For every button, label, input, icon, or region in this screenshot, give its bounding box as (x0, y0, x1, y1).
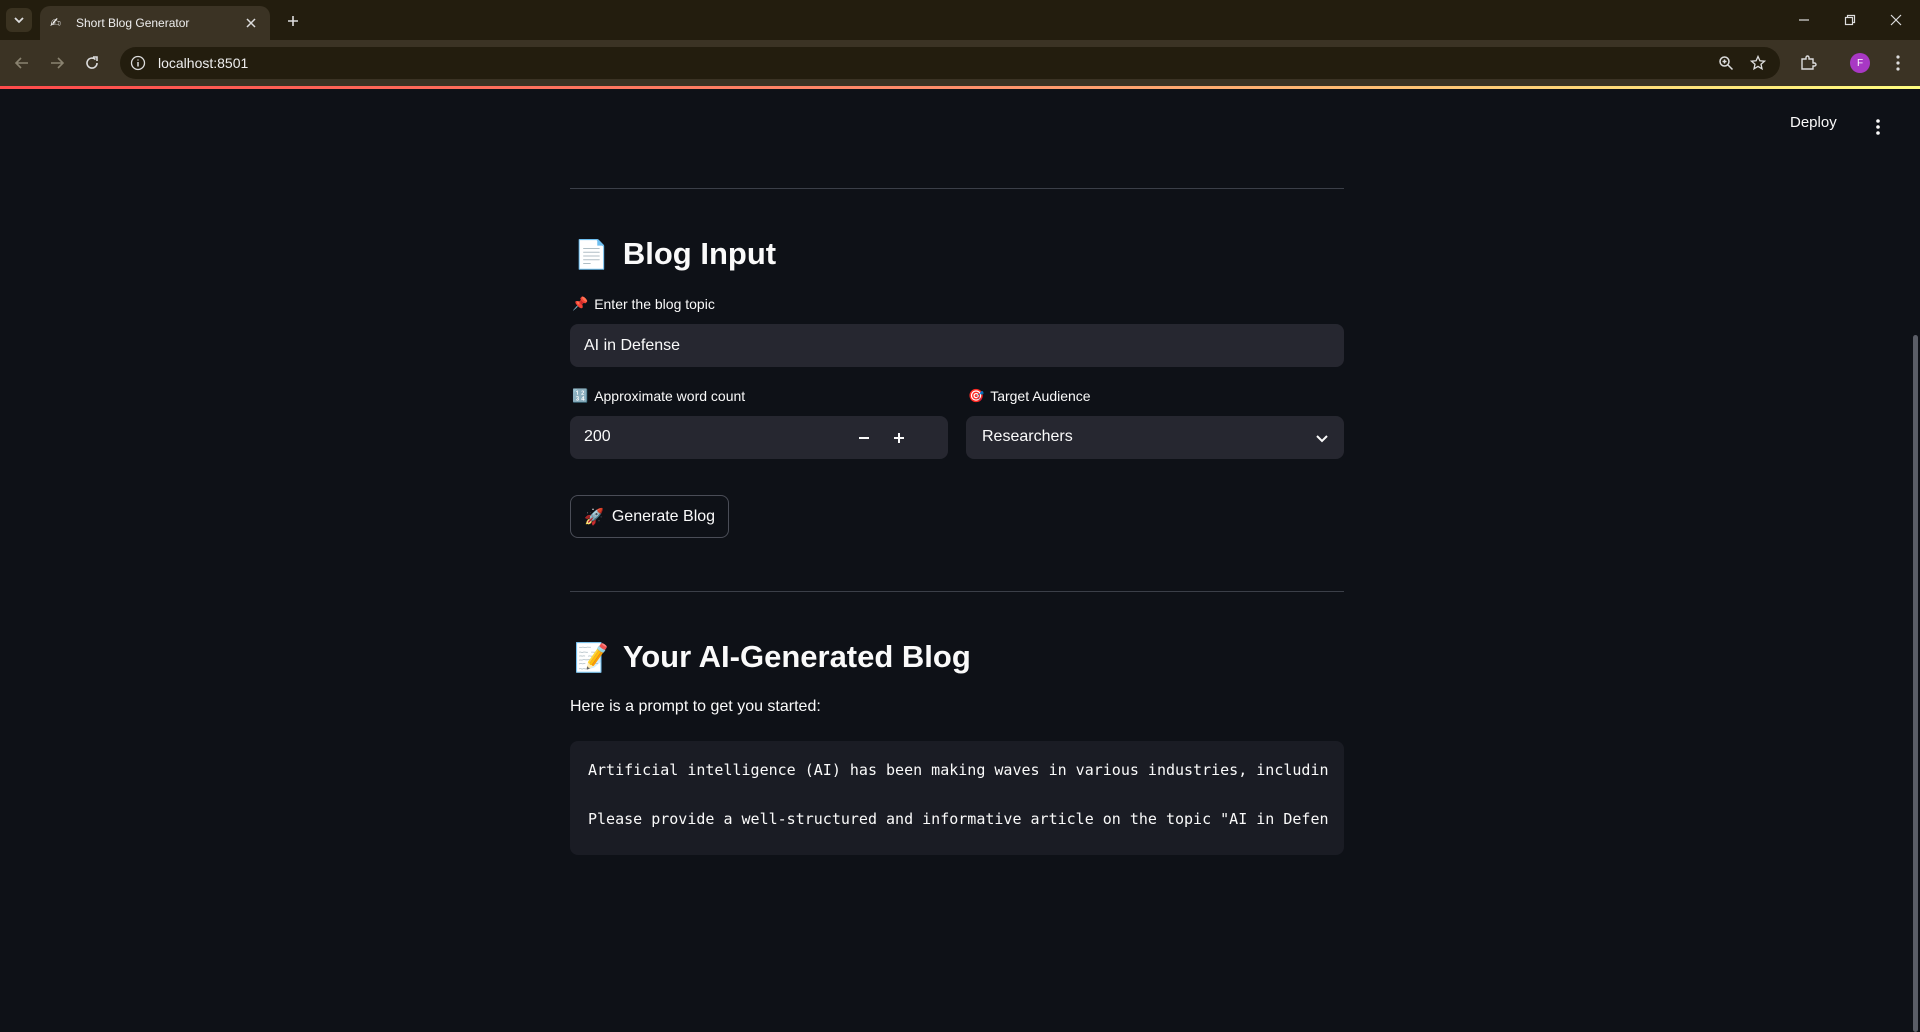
new-tab-button[interactable] (282, 10, 304, 32)
info-icon[interactable] (130, 55, 146, 71)
topic-label: 📌 Enter the blog topic (572, 296, 715, 312)
plus-icon (288, 16, 298, 26)
app-menu-button[interactable] (1868, 116, 1888, 138)
puzzle-icon (1801, 55, 1817, 70)
tab-close-button[interactable] (242, 14, 260, 32)
audience-label-text: Target Audience (990, 388, 1091, 404)
word-count-label: 🔢 Approximate word count (572, 388, 745, 404)
code-line: Artificial intelligence (AI) has been ma… (588, 761, 1329, 779)
intro-text: Here is a prompt to get you started: (570, 698, 821, 715)
pushpin-icon: 📌 (572, 296, 589, 311)
streamlit-decoration-bar (0, 86, 1920, 89)
close-icon (246, 18, 256, 28)
minimize-icon (1799, 19, 1809, 21)
reload-button[interactable] (80, 51, 104, 75)
topic-input[interactable]: AI in Defense (570, 324, 1344, 367)
deploy-button[interactable]: Deploy (1790, 114, 1837, 131)
tab-list-button[interactable] (6, 8, 32, 32)
zoom-button[interactable] (1716, 53, 1736, 73)
extensions-button[interactable] (1796, 51, 1820, 75)
browser-toolbar: localhost:8501 F (0, 40, 1920, 86)
browser-menu-button[interactable] (1886, 51, 1910, 75)
page-scrollbar[interactable] (1913, 335, 1918, 1032)
kebab-menu-icon (1876, 119, 1880, 135)
close-icon (1890, 14, 1902, 26)
tab-title: Short Blog Generator (76, 16, 190, 30)
profile-avatar[interactable]: F (1850, 53, 1870, 73)
page-facing-up-icon: 📄 (574, 238, 609, 270)
restore-button[interactable] (1836, 8, 1864, 32)
kebab-menu-icon (1896, 55, 1900, 71)
browser-tab-bar: ✍ Short Blog Generator (0, 0, 1920, 40)
back-arrow-icon (14, 57, 28, 69)
blog-input-heading: 📄 Blog Input (574, 236, 776, 272)
browser-tab[interactable]: ✍ Short Blog Generator (40, 6, 270, 40)
address-bar[interactable]: localhost:8501 (120, 47, 1780, 79)
bookmark-button[interactable] (1748, 53, 1768, 73)
chevron-down-icon (14, 17, 24, 24)
increment-button[interactable] (884, 423, 914, 453)
star-icon (1750, 55, 1766, 71)
generated-blog-title: Your AI-Generated Blog (622, 639, 971, 674)
generated-blog-heading: 📝 Your AI-Generated Blog (574, 639, 971, 675)
minus-icon (859, 437, 869, 439)
audience-selected-value: Researchers (982, 428, 1073, 445)
code-line: Please provide a well-structured and inf… (588, 810, 1329, 828)
rocket-icon: 🚀 (583, 508, 604, 526)
numbers-icon: 🔢 (572, 388, 589, 403)
word-count-input[interactable]: 200 (570, 416, 948, 459)
direct-hit-icon: 🎯 (968, 388, 985, 403)
chevron-down-icon (1312, 428, 1332, 448)
back-button[interactable] (10, 51, 34, 75)
audience-select[interactable]: Researchers (966, 416, 1344, 459)
decrement-button[interactable] (849, 423, 879, 453)
url-text: localhost:8501 (158, 55, 249, 71)
word-count-label-text: Approximate word count (594, 388, 746, 404)
topic-label-text: Enter the blog topic (594, 296, 715, 312)
zoom-icon (1719, 56, 1734, 71)
minimize-button[interactable] (1790, 8, 1818, 32)
forward-arrow-icon (51, 57, 65, 69)
reload-icon (86, 56, 98, 69)
generate-blog-label: Generate Blog (611, 507, 716, 525)
close-window-button[interactable] (1882, 8, 1910, 32)
plus-icon (894, 433, 904, 443)
forward-button[interactable] (45, 51, 69, 75)
generate-blog-button[interactable]: 🚀 Generate Blog (570, 495, 729, 538)
divider (570, 188, 1344, 189)
word-count-value[interactable]: 200 (584, 428, 611, 446)
tab-favicon-icon: ✍ (50, 15, 61, 30)
divider (570, 591, 1344, 592)
audience-label: 🎯 Target Audience (968, 388, 1091, 404)
restore-icon (1844, 14, 1856, 26)
generated-code-block[interactable]: Artificial intelligence (AI) has been ma… (570, 741, 1344, 855)
memo-icon: 📝 (574, 641, 609, 673)
blog-input-title: Blog Input (622, 236, 777, 271)
